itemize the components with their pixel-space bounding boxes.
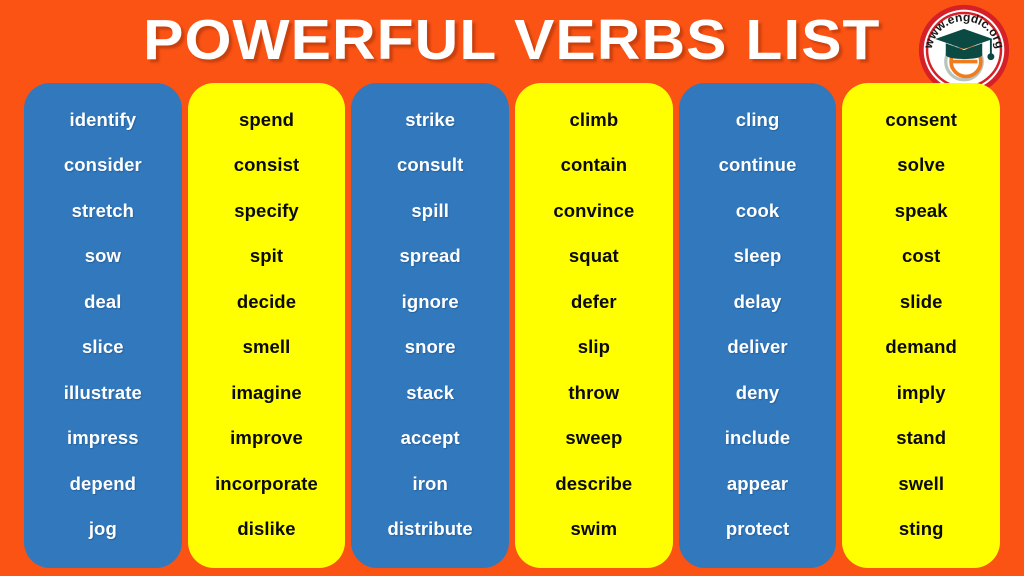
verb-item: iron bbox=[412, 472, 448, 494]
verb-item: sow bbox=[84, 245, 121, 267]
verb-item: deal bbox=[84, 290, 122, 312]
verb-item: spread bbox=[399, 245, 461, 267]
verb-item: consult bbox=[396, 154, 464, 176]
verb-item: demand bbox=[885, 336, 957, 358]
verb-columns-container: identify consider stretch sow deal slice… bbox=[24, 83, 1001, 568]
verb-item: include bbox=[724, 427, 791, 449]
verb-column-5: cling continue cook sleep delay deliver … bbox=[678, 83, 837, 568]
verb-item: swell bbox=[898, 472, 945, 494]
poster-header: POWERFUL VERBS LIST bbox=[0, 0, 1024, 80]
verb-item: sting bbox=[898, 518, 944, 540]
verb-item: contain bbox=[560, 154, 628, 176]
verb-item: dislike bbox=[237, 518, 296, 540]
verb-item: imagine bbox=[231, 381, 302, 403]
verb-item: defer bbox=[570, 290, 617, 312]
verb-item: consent bbox=[885, 108, 958, 130]
verb-item: snore bbox=[404, 336, 456, 358]
verb-item: stretch bbox=[71, 199, 135, 221]
verb-item: incorporate bbox=[215, 472, 318, 494]
verb-item: continue bbox=[718, 154, 797, 176]
verb-item: distribute bbox=[387, 518, 473, 540]
verb-item: climb bbox=[569, 108, 619, 130]
verb-item: stack bbox=[406, 381, 455, 403]
verb-item: stand bbox=[896, 427, 947, 449]
verb-item: spend bbox=[239, 108, 294, 130]
verb-column-6: consent solve speak cost slide demand im… bbox=[842, 83, 1001, 568]
verb-item: slide bbox=[899, 290, 943, 312]
verb-item: slip bbox=[577, 336, 610, 358]
verb-column-4: climb contain convince squat defer slip … bbox=[515, 83, 673, 568]
verb-item: strike bbox=[405, 108, 456, 130]
verb-item: appear bbox=[726, 472, 789, 494]
verb-column-1: identify consider stretch sow deal slice… bbox=[24, 83, 182, 568]
verb-item: convince bbox=[553, 199, 635, 221]
verb-item: describe bbox=[555, 472, 633, 494]
verb-item: ignore bbox=[401, 290, 459, 312]
verb-item: deny bbox=[735, 381, 780, 403]
verb-item: sleep bbox=[733, 245, 782, 267]
verb-item: swim bbox=[570, 518, 618, 540]
verb-item: improve bbox=[230, 427, 303, 449]
verb-item: sweep bbox=[565, 427, 623, 449]
verb-item: accept bbox=[400, 427, 460, 449]
verb-item: consider bbox=[63, 154, 142, 176]
verb-item: cook bbox=[735, 199, 780, 221]
verb-item: jog bbox=[88, 518, 117, 540]
verb-item: delay bbox=[733, 290, 782, 312]
verb-item: speak bbox=[894, 199, 948, 221]
poster-root: POWERFUL VERBS LIST www.engdic.org ident… bbox=[0, 0, 1024, 576]
verb-item: smell bbox=[242, 336, 291, 358]
verb-item: solve bbox=[897, 154, 946, 176]
verb-item: spit bbox=[249, 245, 284, 267]
verb-item: imply bbox=[896, 381, 946, 403]
verb-item: consist bbox=[233, 154, 300, 176]
verb-item: identify bbox=[69, 108, 137, 130]
verb-item: cling bbox=[735, 108, 780, 130]
verb-item: throw bbox=[568, 381, 620, 403]
verb-item: slice bbox=[82, 336, 124, 358]
verb-item: depend bbox=[69, 472, 137, 494]
verb-item: specify bbox=[234, 199, 299, 221]
verb-column-3: strike consult spill spread ignore snore… bbox=[351, 83, 510, 568]
verb-item: impress bbox=[67, 427, 139, 449]
verb-item: protect bbox=[725, 518, 790, 540]
page-title: POWERFUL VERBS LIST bbox=[143, 8, 881, 72]
verb-item: illustrate bbox=[63, 381, 142, 403]
verb-item: spill bbox=[411, 199, 449, 221]
verb-item: decide bbox=[236, 290, 297, 312]
verb-item: cost bbox=[901, 245, 941, 267]
verb-item: squat bbox=[568, 245, 619, 267]
verb-column-2: spend consist specify spit decide smell … bbox=[187, 83, 346, 568]
verb-item: deliver bbox=[727, 336, 788, 358]
